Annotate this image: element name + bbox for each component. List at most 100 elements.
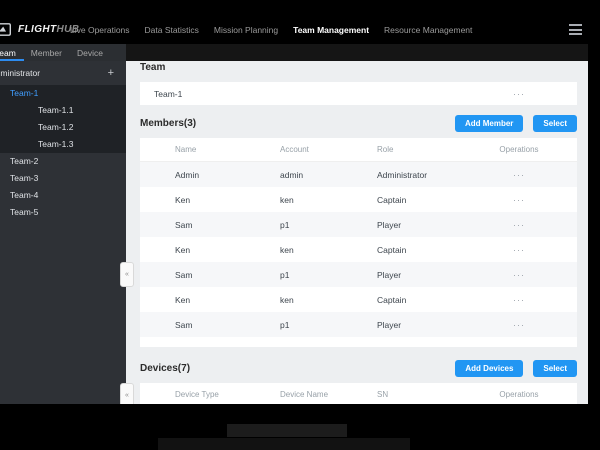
nav-item-data-statistics[interactable]: Data Statistics <box>145 25 199 35</box>
member-cell: Player <box>377 269 402 280</box>
member-row: Ken ken Captain ··· <box>140 287 577 312</box>
member-cell: Admin <box>175 169 200 180</box>
tree-item-team-1[interactable]: Team-1 <box>0 85 126 102</box>
member-operations-icon[interactable]: ··· <box>483 295 555 305</box>
members-table-header: Name Account Role Operations <box>140 138 577 162</box>
devices-header-operations: Operations <box>499 390 539 399</box>
nav-item-team-management[interactable]: Team Management <box>293 25 369 35</box>
member-cell: Captain <box>377 294 407 305</box>
add-member-button[interactable]: Add Member <box>454 115 524 132</box>
member-row: Ken ken Captain ··· <box>140 237 577 262</box>
nav-item-resource-management[interactable]: Resource Management <box>384 25 472 35</box>
member-row: Admin admin Administrator ··· <box>140 162 577 187</box>
member-cell: Ken <box>175 244 191 255</box>
member-cell: Player <box>377 219 402 230</box>
members-table: Name Account Role Operations Admin admin A… <box>140 138 577 347</box>
devices-table-header: Device Type Device Name SN Operations <box>140 383 577 404</box>
team-sidebar: Administrator + Team-1Team-1.1Team-1.2Te… <box>0 61 126 404</box>
members-header-name: Name <box>175 145 197 154</box>
hamburger-menu-icon[interactable] <box>569 24 582 35</box>
device-screen: FLIGHTHUB Live Operations Data Statistics… <box>0 0 600 450</box>
tree-item-team-1.3[interactable]: Team-1.3 <box>0 136 126 153</box>
tab-strip: Team Member Device <box>0 44 588 61</box>
devices-section-title: Devices(7) <box>140 362 191 374</box>
members-select-button[interactable]: Select <box>533 115 577 132</box>
members-section-title: Members(3) <box>140 117 197 129</box>
members-header-operations: Operations <box>499 145 539 154</box>
tab-device[interactable]: Device <box>77 48 103 58</box>
member-row: Ken ken Captain ··· <box>140 187 577 212</box>
member-cell: p1 <box>280 269 290 280</box>
member-cell: Player <box>377 319 402 330</box>
member-cell: Administrator <box>377 169 428 180</box>
member-cell: Sam <box>175 319 193 330</box>
member-cell: ken <box>280 194 294 205</box>
members-section-header: Members(3) Add Member Select <box>140 115 577 132</box>
nav-item-live-operations[interactable]: Live Operations <box>70 25 130 35</box>
member-cell: Captain <box>377 244 407 255</box>
screen-bezel-glow <box>158 438 410 450</box>
member-operations-icon[interactable]: ··· <box>483 195 555 205</box>
top-navbar: FLIGHTHUB Live Operations Data Statistics… <box>0 15 588 44</box>
member-cell: ken <box>280 294 294 305</box>
add-team-icon[interactable]: + <box>108 67 114 79</box>
tree-group: Team-1 Team-1.1 Team-1.2 Team-1.3 <box>0 85 126 153</box>
member-cell: admin <box>280 169 304 180</box>
nav-items: Live Operations Data Statistics Mission Pl… <box>70 15 472 44</box>
members-header-account: Account <box>280 145 309 154</box>
member-cell: p1 <box>280 219 290 230</box>
member-cell: ken <box>280 244 294 255</box>
tab-team[interactable]: Team <box>0 48 16 58</box>
sidebar-group-title: Administrator <box>0 68 41 78</box>
team-row-name: Team-1 <box>154 88 183 99</box>
devices-table: Device Type Device Name SN Operations <box>140 383 577 404</box>
tab-member[interactable]: Member <box>31 48 62 58</box>
screen-bezel-block <box>227 424 347 437</box>
sidebar-group-header: Administrator + <box>0 61 126 85</box>
add-devices-button[interactable]: Add Devices <box>455 360 524 377</box>
team-row-operations-icon[interactable]: ··· <box>483 89 555 99</box>
members-table-body: Admin admin Administrator ··· Ken ken Captain ·… <box>140 162 577 337</box>
member-cell: Sam <box>175 219 193 230</box>
tree-item-team-3[interactable]: Team-3 <box>0 170 126 187</box>
tree-item-team-4[interactable]: Team-4 <box>0 187 126 204</box>
main-content: Team Team-1 ··· Members(3) Add Member Se… <box>126 61 588 404</box>
tree-group: Team-3 <box>0 170 126 187</box>
devices-header-sn: SN <box>377 390 389 399</box>
devices-section-header: Devices(7) Add Devices Select <box>140 360 577 377</box>
brand: FLIGHTHUB <box>0 15 79 44</box>
collapse-sidebar-handle-top[interactable]: « <box>120 262 134 287</box>
nav-item-mission-planning[interactable]: Mission Planning <box>214 25 278 35</box>
team-row-card: Team-1 ··· <box>140 82 577 105</box>
members-header-role: Role <box>377 145 394 154</box>
tree-item-team-2[interactable]: Team-2 <box>0 153 126 170</box>
collapse-sidebar-handle-bottom[interactable]: « <box>120 383 134 404</box>
flighthub-logo-icon <box>0 23 11 36</box>
member-row: Sam p1 Player ··· <box>140 262 577 287</box>
tree-group: Team-5 <box>0 204 126 221</box>
tree-group: Team-2 <box>0 153 126 170</box>
member-cell: Captain <box>377 194 407 205</box>
team-section-title: Team <box>140 62 166 73</box>
member-operations-icon[interactable]: ··· <box>483 245 555 255</box>
member-cell: Ken <box>175 194 191 205</box>
member-operations-icon[interactable]: ··· <box>483 320 555 330</box>
member-operations-icon[interactable]: ··· <box>483 220 555 230</box>
member-operations-icon[interactable]: ··· <box>483 270 555 280</box>
tree-group: Team-4 <box>0 187 126 204</box>
member-row: Sam p1 Player ··· <box>140 312 577 337</box>
devices-header-type: Device Type <box>175 390 219 399</box>
flighthub-app-window: FLIGHTHUB Live Operations Data Statistics… <box>0 15 588 404</box>
brand-text-bold: FLIGHT <box>18 24 57 35</box>
member-cell: Ken <box>175 294 191 305</box>
team-tree: Team-1 Team-1.1 Team-1.2 Team-1.3 Team-2 Team… <box>0 85 126 221</box>
member-operations-icon[interactable]: ··· <box>483 170 555 180</box>
devices-select-button[interactable]: Select <box>533 360 577 377</box>
tree-item-team-1.1[interactable]: Team-1.1 <box>0 102 126 119</box>
member-row: Sam p1 Player ··· <box>140 212 577 237</box>
tree-item-team-1.2[interactable]: Team-1.2 <box>0 119 126 136</box>
tree-item-team-5[interactable]: Team-5 <box>0 204 126 221</box>
member-cell: Sam <box>175 269 193 280</box>
member-cell: p1 <box>280 319 290 330</box>
devices-header-name: Device Name <box>280 390 329 399</box>
